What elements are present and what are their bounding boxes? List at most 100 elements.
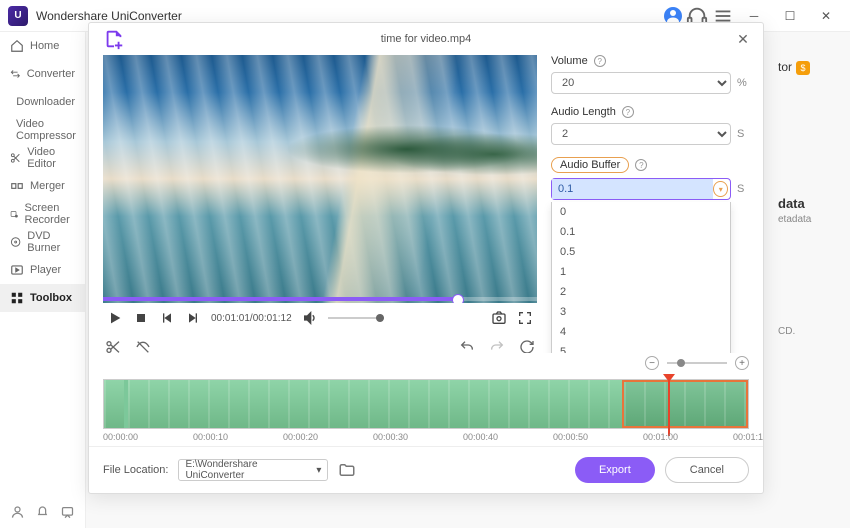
settings-panel: Volume? 20% Audio Length? 2S Audio Buffe… [551, 55, 749, 353]
zoom-in-button[interactable]: + [735, 356, 749, 370]
play-icon [10, 263, 24, 277]
dropdown-option[interactable]: 5 [552, 342, 730, 353]
sidebar: Home Converter Downloader Video Compress… [0, 32, 86, 528]
dropdown-option[interactable]: 2 [552, 282, 730, 302]
volume-field: Volume? 20% [551, 55, 749, 94]
time-display: 00:01:01/00:01:12 [211, 313, 292, 324]
dropdown-option[interactable]: 0.5 [552, 242, 730, 262]
player-controls: 00:01:01/00:01:12 [103, 303, 537, 333]
sidebar-label: Video Editor [27, 146, 75, 170]
sidebar-item-compressor[interactable]: Video Compressor [0, 116, 85, 144]
clip-selected[interactable] [622, 380, 748, 428]
close-dialog-button[interactable]: ✕ [733, 29, 753, 49]
sidebar-item-merger[interactable]: Merger [0, 172, 85, 200]
sidebar-item-home[interactable]: Home [0, 32, 85, 60]
audio-length-field: Audio Length? 2S [551, 106, 749, 145]
audio-buffer-label: Audio Buffer [560, 159, 620, 171]
dropdown-option[interactable]: 0 [552, 202, 730, 222]
add-file-icon[interactable] [103, 28, 125, 50]
sidebar-label: Converter [27, 68, 75, 80]
feedback-icon[interactable] [60, 504, 75, 520]
zoom-out-button[interactable]: − [645, 356, 659, 370]
next-frame-button[interactable] [185, 310, 201, 326]
record-icon [10, 207, 19, 221]
background-partial: tor$ data etadata CD. [778, 60, 838, 75]
fullscreen-icon[interactable] [517, 310, 533, 326]
sidebar-item-player[interactable]: Player [0, 256, 85, 284]
sidebar-label: Video Compressor [16, 118, 76, 142]
time-ruler: 00:00:00 00:00:10 00:00:20 00:00:30 00:0… [103, 432, 749, 446]
help-icon[interactable]: ? [635, 159, 647, 171]
undo-icon[interactable] [459, 339, 475, 353]
sidebar-item-recorder[interactable]: Screen Recorder [0, 200, 85, 228]
dropdown-option[interactable]: 3 [552, 302, 730, 322]
edit-dialog: time for video.mp4 ✕ 00:01:01/00:01:12 [88, 22, 764, 494]
volume-select[interactable]: 20 [551, 72, 731, 94]
sidebar-label: Player [30, 264, 61, 276]
audio-buffer-combo[interactable]: ▾ 0 0.1 0.5 1 2 3 4 5 [551, 178, 731, 200]
audio-buffer-dropdown: 0 0.1 0.5 1 2 3 4 5 [551, 202, 731, 353]
dropdown-option[interactable]: 0.1 [552, 222, 730, 242]
home-icon [10, 39, 24, 53]
audio-length-select[interactable]: 2 [551, 123, 731, 145]
sidebar-item-converter[interactable]: Converter [0, 60, 85, 88]
play-button[interactable] [107, 310, 123, 326]
browse-folder-button[interactable] [338, 461, 356, 479]
cancel-button[interactable]: Cancel [665, 457, 749, 483]
sidebar-item-downloader[interactable]: Downloader [0, 88, 85, 116]
maximize-button[interactable]: ☐ [774, 2, 806, 30]
timeline[interactable] [103, 379, 749, 429]
sidebar-item-editor[interactable]: Video Editor [0, 144, 85, 172]
sidebar-label: Merger [30, 180, 65, 192]
cut-icon[interactable] [105, 339, 121, 353]
dialog-header: time for video.mp4 ✕ [89, 23, 763, 55]
preview-pane: 00:01:01/00:01:12 [103, 55, 537, 353]
audio-buffer-input[interactable] [552, 179, 713, 199]
grid-icon [10, 291, 24, 305]
dialog-title: time for video.mp4 [381, 33, 471, 45]
chevron-down-icon[interactable]: ▾ [713, 181, 728, 197]
export-button[interactable]: Export [575, 457, 655, 483]
sidebar-item-dvd[interactable]: DVD Burner [0, 228, 85, 256]
audio-length-label: Audio Length [551, 106, 616, 118]
dialog-footer: File Location: E:\Wondershare UniConvert… [89, 446, 763, 493]
close-window-button[interactable]: ✕ [810, 2, 842, 30]
person-icon[interactable] [10, 504, 25, 520]
edit-toolbar [103, 333, 537, 353]
sidebar-label: Home [30, 40, 59, 52]
redo-icon[interactable] [489, 339, 505, 353]
convert-icon [10, 67, 21, 81]
prev-frame-button[interactable] [159, 310, 175, 326]
dropdown-option[interactable]: 1 [552, 262, 730, 282]
sidebar-label: Screen Recorder [25, 202, 76, 226]
stop-button[interactable] [133, 310, 149, 326]
dvd-icon [10, 235, 21, 249]
clip[interactable] [104, 380, 124, 428]
audio-buffer-field: Audio Buffer? ▾ 0 0.1 0.5 1 2 3 4 [551, 157, 749, 200]
file-location-select[interactable]: E:\Wondershare UniConverter▾ [178, 459, 328, 481]
app-logo: U [8, 6, 28, 26]
chevron-down-icon: ▾ [316, 465, 321, 476]
video-preview[interactable] [103, 55, 537, 303]
playhead[interactable] [668, 374, 670, 436]
sidebar-label: Toolbox [30, 292, 72, 304]
clip[interactable] [128, 380, 622, 428]
refresh-icon[interactable] [519, 339, 535, 353]
help-icon[interactable]: ? [622, 106, 634, 118]
timeline-area: − + 00:00:00 00:00:10 00:00:20 00:00:30 … [89, 353, 763, 446]
audio-buffer-unit: S [737, 183, 749, 195]
video-progress[interactable] [103, 297, 537, 301]
volume-slider[interactable] [328, 317, 384, 319]
scissors-icon [10, 151, 21, 165]
volume-unit: % [737, 77, 749, 89]
dropdown-option[interactable]: 4 [552, 322, 730, 342]
zoom-slider[interactable] [667, 362, 727, 364]
snapshot-icon[interactable] [491, 310, 507, 326]
volume-icon[interactable] [302, 310, 318, 326]
app-name: Wondershare UniConverter [36, 9, 664, 23]
hide-icon[interactable] [135, 339, 151, 353]
volume-label: Volume [551, 55, 588, 67]
help-icon[interactable]: ? [594, 55, 606, 67]
bell-icon[interactable] [35, 504, 50, 520]
sidebar-item-toolbox[interactable]: Toolbox [0, 284, 85, 312]
